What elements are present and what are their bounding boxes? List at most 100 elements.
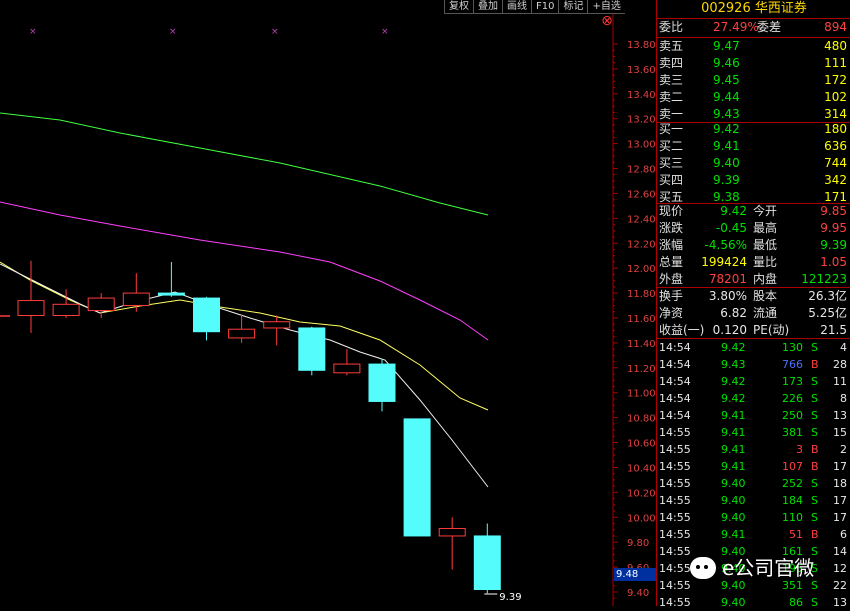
bid-vol: 744 [824,156,847,170]
axis-tick-label: 10.20 [627,488,655,499]
overlay-button[interactable]: 叠加 [473,0,502,14]
bid-price: 9.42 [713,122,740,136]
stats-row: 净资 6.82 流通 5.25亿 [659,305,849,322]
bid-label: 买一 [659,122,684,136]
tick-count: 11 [833,375,847,388]
candle-body-down [473,535,501,591]
tick-price: 9.42 [721,375,746,388]
tick-time: 14:55 [659,426,691,439]
candle-body-down [298,327,326,371]
tick-count: 13 [833,409,847,422]
axis-tick-label: 12.40 [627,214,655,225]
bid-vol: 180 [824,122,847,136]
ask-price: 9.44 [713,90,740,104]
tick-vol: 130 [782,341,803,354]
ask-label: 卖五 [659,39,684,53]
tick-count: 8 [840,392,847,405]
watermark-text: e公司官微 [722,556,815,580]
ma60-line [0,112,489,216]
stats-label-2: PE(动) [753,323,790,337]
ask-price: 9.46 [713,56,740,70]
quote-row: 总量 199424 量比 1.05 [659,254,849,271]
bid-row: 买三 9.40 744 [659,155,849,172]
ask-row: 卖四 9.46 111 [659,55,849,72]
axis-tick-label: 12.60 [627,189,655,200]
quote-label: 外盘 [659,272,684,286]
weibi-row: 委比 27.49% 委差 894 [659,19,849,36]
tick-side: S [811,596,818,609]
mark-button[interactable]: 标记 [558,0,588,14]
ask-row: 卖五 9.47 480 [659,38,849,55]
tick-vol: 250 [782,409,803,422]
f10-button[interactable]: F10 [531,0,559,14]
quote-label: 总量 [659,255,684,269]
quote-panel: 002926 华西证券 委比 27.49% 委差 894 卖五 9.47 480 卖四… [656,0,850,609]
tick-row: 14:55 9.40 252 S 18 [659,475,849,492]
tick-price: 9.41 [721,409,746,422]
quote-value: 78201 [708,272,747,286]
quote-row: 现价 9.42 今开 9.85 [659,203,849,220]
tick-vol: 766 [782,358,803,371]
stats-value: 3.80% [708,289,747,303]
fuquan-button[interactable]: 复权 [444,0,473,14]
axis-tick-label: 9.80 [627,538,649,549]
tick-side: S [811,426,818,439]
stock-name: 华西证券 [754,1,807,16]
candle-body-down [157,292,185,296]
axis-tick-label: 9.40 [627,588,649,599]
tick-count: 17 [833,511,847,524]
bid-label: 买三 [659,156,684,170]
tick-vol: 226 [782,392,803,405]
top-marker: × [29,27,37,37]
stats-value: 6.82 [720,306,747,320]
weibi-label: 委比 [659,20,684,34]
axis-tick-label: 11.80 [627,289,655,300]
tick-time: 14:54 [659,341,691,354]
tick-row: 14:54 9.43 766 B 28 [659,356,849,373]
tick-count: 6 [840,528,847,541]
tick-vol: 184 [782,494,803,507]
tick-row: 14:55 9.41 107 B 17 [659,458,849,475]
tick-row: 14:54 9.42 130 S 4 [659,339,849,356]
tick-side: B [811,528,819,541]
tick-count: 13 [833,596,847,609]
candle-body-up [228,328,256,339]
tick-vol: 110 [782,511,803,524]
candle-body-up [333,363,361,374]
weidiff-value: 894 [824,20,847,34]
tick-time: 14:55 [659,443,691,456]
axis-tick-label: 10.40 [627,463,655,474]
axis-tick-label: 10.80 [627,414,655,425]
candle-body-up [122,292,150,307]
tick-price: 9.40 [721,477,746,490]
quote-row: 外盘 78201 内盘 121223 [659,271,849,288]
tick-time: 14:55 [659,545,691,558]
tick-row: 14:55 9.40 86 S 13 [659,594,849,611]
ask-vol: 111 [824,56,847,70]
tick-row: 14:54 9.41 250 S 13 [659,407,849,424]
current-price-tag: 9.48 [614,568,656,581]
draw-line-button[interactable]: 画线 [502,0,531,14]
kline-svg[interactable]: 13.80 13.60 13.40 13.20 13.00 12.80 12.60 12.40… [0,0,655,606]
add-watchlist-button[interactable]: +自选 [587,0,625,14]
tick-row: 14:55 9.41 3 B 2 [659,441,849,458]
ask-label: 卖三 [659,73,684,87]
stats-label: 净资 [659,306,684,320]
close-icon[interactable]: ⊗ [599,14,615,28]
tick-vol: 173 [782,375,803,388]
bid-label: 买二 [659,139,684,153]
quote-value: 199424 [701,255,747,269]
quote-value: -0.45 [715,221,747,235]
candle-body-up [263,321,291,329]
tick-price: 9.43 [721,358,746,371]
candle-body-down [403,418,431,537]
tick-row: 14:55 9.40 110 S 17 [659,509,849,526]
stats-value: 0.120 [712,323,747,337]
kline-chart[interactable]: 13.80 13.60 13.40 13.20 13.00 12.80 12.60 12.40… [0,0,655,606]
quote-value: 9.42 [720,204,747,218]
quote-label-2: 今开 [753,204,778,218]
quote-value-2: 9.95 [820,221,847,235]
tick-price: 9.40 [721,511,746,524]
bid-price: 9.39 [713,173,740,187]
low-marker-label: 9.39 [499,592,521,603]
